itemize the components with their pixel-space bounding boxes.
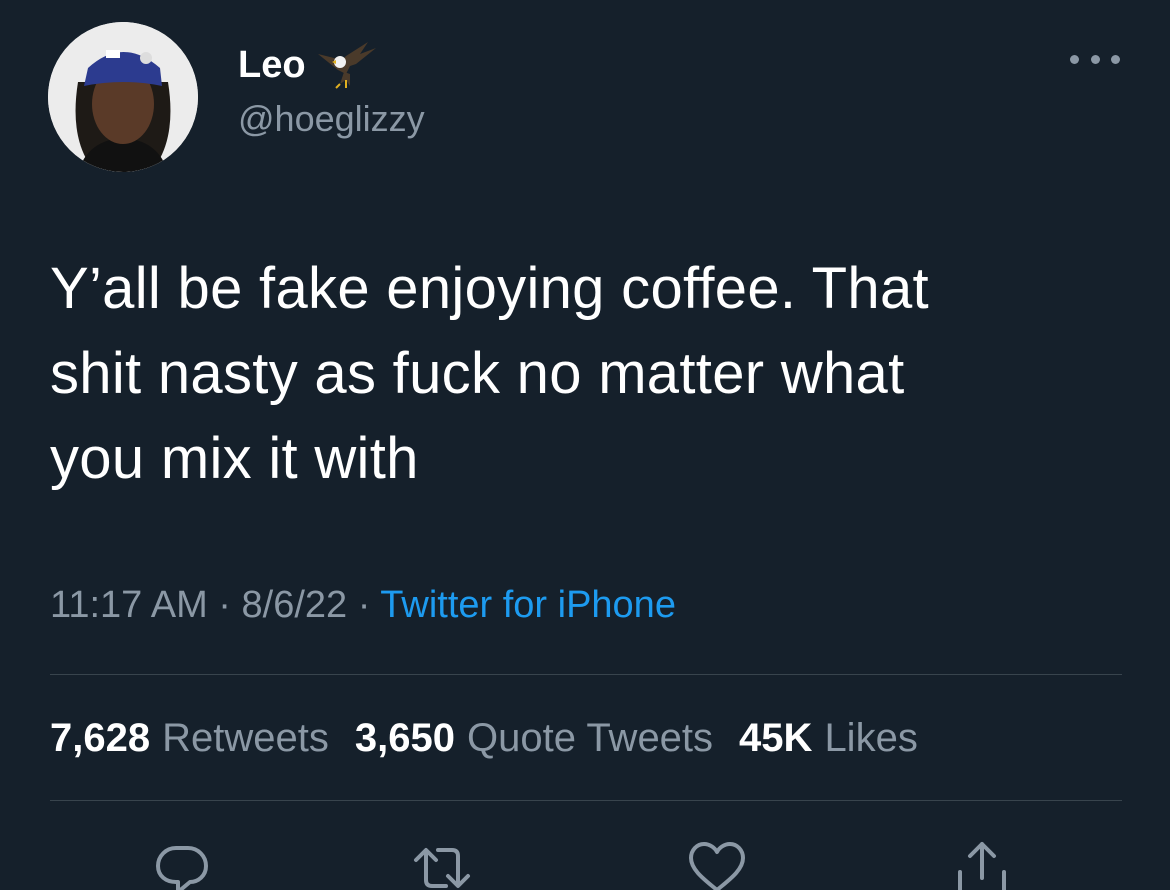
meta-separator: · <box>207 584 242 626</box>
meta-separator: · <box>347 584 381 626</box>
eagle-icon <box>316 40 378 90</box>
tweet-card: Leo @hoeglizzy Y’all be fake enjoying co… <box>0 0 1170 890</box>
share-button[interactable] <box>950 836 1014 890</box>
divider <box>50 800 1122 801</box>
like-button[interactable] <box>685 836 749 890</box>
action-bar <box>0 836 1170 890</box>
tweet-time[interactable]: 11:17 AM <box>50 584 208 626</box>
reply-icon <box>156 846 208 890</box>
display-name-row: Leo <box>238 40 378 90</box>
more-dot <box>1111 54 1120 64</box>
tweet-source[interactable]: Twitter for iPhone <box>380 584 676 626</box>
display-name[interactable]: Leo <box>238 44 306 87</box>
quote-tweets-label: Quote Tweets <box>466 716 714 760</box>
quote-tweets-stat[interactable]: 3,650 Quote Tweets <box>355 716 713 761</box>
more-dot <box>1090 54 1100 64</box>
tweet-date[interactable]: 8/6/22 <box>242 584 348 626</box>
user-handle[interactable]: @hoeglizzy <box>238 98 425 140</box>
likes-stat[interactable]: 45K Likes <box>739 716 918 761</box>
more-options-icon[interactable] <box>1070 52 1120 66</box>
retweets-count: 7,628 <box>50 716 151 760</box>
quote-tweets-count: 3,650 <box>354 716 455 760</box>
tweet-meta: 11:17 AM · 8/6/22 · Twitter for iPhone <box>50 584 676 627</box>
retweet-button[interactable] <box>410 836 474 890</box>
divider <box>50 674 1122 675</box>
avatar[interactable] <box>48 22 198 172</box>
retweets-label: Retweets <box>162 716 329 760</box>
tweet-text: Y’all be fake enjoying coffee. That shit… <box>50 256 929 491</box>
reply-button[interactable] <box>150 836 214 890</box>
retweets-stat[interactable]: 7,628 Retweets <box>50 716 329 761</box>
more-dot <box>1070 54 1079 64</box>
share-icon <box>958 842 1006 890</box>
likes-label: Likes <box>824 716 918 760</box>
likes-count: 45K <box>739 716 813 760</box>
tweet-stats: 7,628 Retweets 3,650 Quote Tweets 45K Likes <box>50 716 918 761</box>
like-icon <box>689 842 745 890</box>
retweet-icon <box>414 848 470 888</box>
